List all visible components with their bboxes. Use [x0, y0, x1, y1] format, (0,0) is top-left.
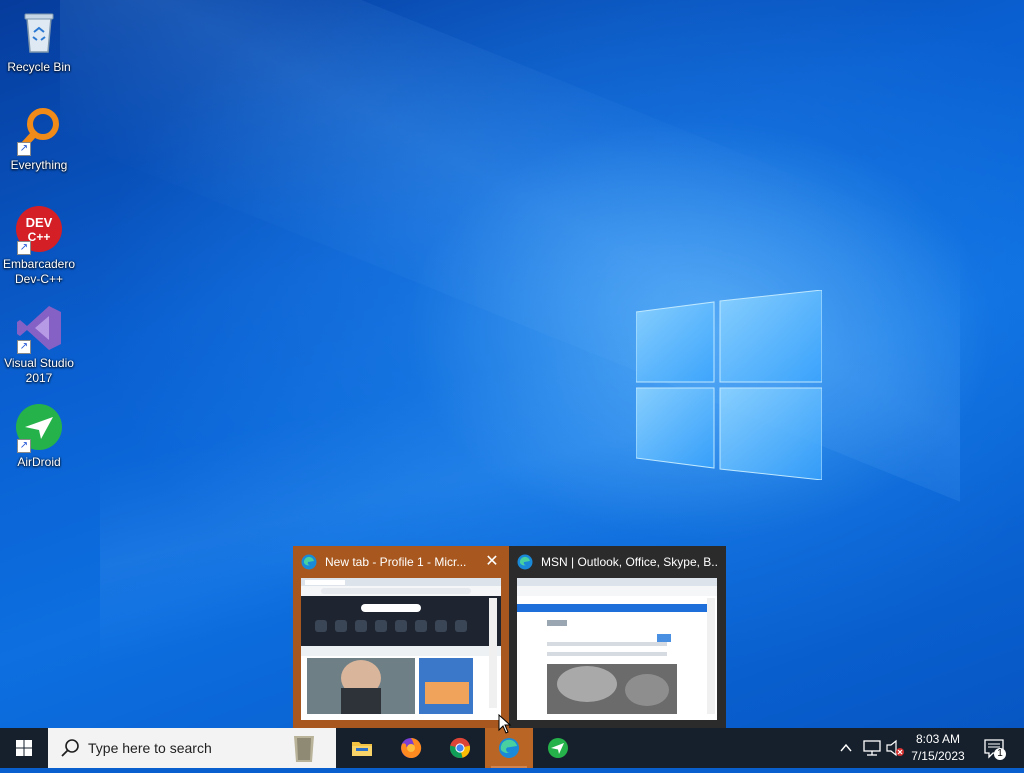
mouse-cursor-icon — [498, 714, 512, 734]
close-thumbnail-button[interactable]: ✕ — [483, 553, 501, 571]
start-button[interactable] — [0, 728, 48, 768]
network-icon — [863, 740, 881, 756]
show-hidden-icons-button[interactable] — [836, 728, 856, 768]
taskbar-edge[interactable] — [485, 728, 533, 768]
edge-icon — [301, 554, 317, 570]
thumbnail-preview-msn — [517, 578, 717, 720]
chrome-icon — [449, 737, 471, 759]
taskbar-search-box[interactable]: Type here to search — [48, 728, 336, 768]
recycle-bin-icon — [24, 13, 54, 53]
airdroid-icon — [548, 738, 568, 758]
taskbar-chrome[interactable] — [436, 728, 484, 768]
volume-muted-icon — [886, 739, 904, 757]
desktop-icon-devcpp[interactable]: DEV C++ ↗ Embarcadero Dev-C++ — [0, 205, 78, 287]
browser-preview-image — [301, 578, 501, 720]
desktop-icon-label: Visual Studio 2017 — [4, 356, 74, 385]
desktop-icon-label: Embarcadero Dev-C++ — [2, 257, 76, 286]
taskbar-thumbnail-popup: New tab - Profile 1 - Micr... ✕ MSN | Ou… — [293, 546, 726, 728]
folder-icon — [352, 742, 372, 756]
search-icon — [61, 739, 79, 757]
clock-date: 7/15/2023 — [911, 749, 965, 763]
network-button[interactable] — [860, 728, 884, 768]
search-placeholder: Type here to search — [88, 740, 212, 756]
desktop-icon-label: AirDroid — [17, 455, 61, 469]
thumbnail-new-tab[interactable]: New tab - Profile 1 - Micr... ✕ — [293, 546, 509, 728]
windows-logo-icon — [16, 740, 32, 756]
desktop-icon-visual-studio[interactable]: ↗ Visual Studio 2017 — [0, 304, 78, 386]
taskbar-clock[interactable]: 8:03 AM 7/15/2023 — [906, 728, 970, 768]
action-center-button[interactable]: 1 — [976, 728, 1016, 768]
svg-text:DEV: DEV — [26, 215, 53, 230]
chevron-up-icon — [840, 743, 852, 752]
notification-count: 1 — [997, 748, 1003, 759]
taskbar-airdroid[interactable] — [534, 728, 582, 768]
taskbar-firefox[interactable] — [387, 728, 435, 768]
desktop-icon-label: Everything — [10, 158, 68, 172]
edge-icon — [517, 554, 533, 570]
thumbnail-title: MSN | Outlook, Office, Skype, B... — [541, 555, 719, 569]
thumbnail-title: New tab - Profile 1 - Micr... — [325, 555, 467, 569]
windows-logo-wallpaper — [636, 290, 822, 480]
desktop-icon-airdroid[interactable]: ↗ AirDroid — [0, 403, 78, 470]
taskbar: Type here to search 8:03 AM 7/15/2023 1 — [0, 728, 1024, 768]
desktop-icon-everything[interactable]: ↗ Everything — [0, 106, 78, 173]
shortcut-arrow-icon: ↗ — [17, 439, 31, 453]
shortcut-arrow-icon: ↗ — [17, 241, 31, 255]
shortcut-arrow-icon: ↗ — [17, 340, 31, 354]
thumbnail-msn[interactable]: MSN | Outlook, Office, Skype, B... — [509, 546, 726, 728]
search-highlight-icon — [294, 736, 314, 762]
desktop-icon-recycle-bin[interactable]: Recycle Bin — [0, 8, 78, 75]
shortcut-arrow-icon: ↗ — [17, 142, 31, 156]
clock-time: 8:03 AM — [915, 732, 961, 746]
svg-text:C++: C++ — [28, 230, 51, 244]
volume-button[interactable] — [884, 728, 906, 768]
desktop-icon-label: Recycle Bin — [7, 60, 71, 74]
edge-icon — [499, 738, 519, 758]
taskbar-file-explorer[interactable] — [338, 728, 386, 768]
thumbnail-preview-new-tab — [301, 578, 501, 720]
browser-preview-image — [517, 578, 717, 720]
firefox-icon — [401, 737, 422, 758]
